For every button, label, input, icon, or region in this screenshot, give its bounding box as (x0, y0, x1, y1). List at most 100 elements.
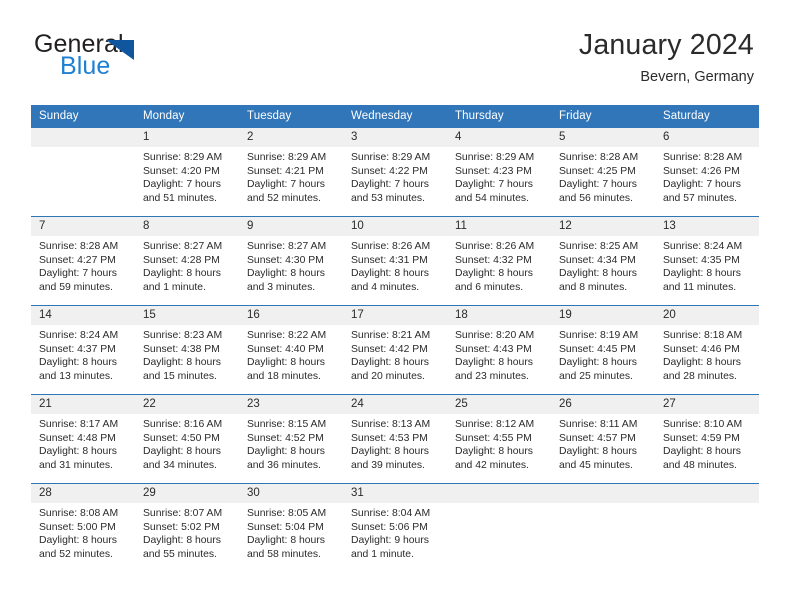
day-number: 18 (447, 306, 551, 325)
calendar-day-cell[interactable]: 30 Sunrise: 8:05 AM Sunset: 5:04 PM Dayligh… (239, 483, 343, 572)
day-detail-line: Sunrise: 8:12 AM (455, 419, 535, 430)
calendar-day-cell[interactable]: 20 Sunrise: 8:18 AM Sunset: 4:46 PM Dayligh… (655, 305, 759, 395)
day-detail-line: and 31 minutes. (39, 459, 113, 471)
day-number: 14 (31, 306, 135, 325)
day-cell-inner: 18 Sunrise: 8:20 AM Sunset: 4:43 PM Dayligh… (447, 306, 551, 394)
day-details: Sunrise: 8:28 AM Sunset: 4:25 PM Daylight:… (551, 147, 655, 205)
masthead: General Blue January 2024 Bevern, German… (0, 0, 792, 104)
day-number: 26 (551, 395, 655, 414)
day-number (447, 484, 551, 503)
day-details: Sunrise: 8:29 AM Sunset: 4:22 PM Daylight:… (343, 147, 447, 205)
day-details: Sunrise: 8:29 AM Sunset: 4:23 PM Daylight:… (447, 147, 551, 205)
day-cell-inner: 14 Sunrise: 8:24 AM Sunset: 4:37 PM Dayligh… (31, 306, 135, 394)
day-detail-line: Sunset: 4:20 PM (143, 165, 220, 177)
calendar-day-cell[interactable]: 2 Sunrise: 8:29 AM Sunset: 4:21 PM Daylight… (239, 128, 343, 217)
day-detail-line: and 45 minutes. (559, 459, 633, 471)
calendar-day-cell[interactable]: 3 Sunrise: 8:29 AM Sunset: 4:22 PM Daylight… (343, 128, 447, 217)
calendar-day-cell[interactable]: 14 Sunrise: 8:24 AM Sunset: 4:37 PM Dayligh… (31, 305, 135, 395)
day-detail-line: Sunrise: 8:20 AM (455, 330, 535, 341)
day-detail-line: and 23 minutes. (455, 370, 529, 382)
day-detail-line: and 59 minutes. (39, 281, 113, 293)
day-detail-line: Sunset: 4:52 PM (247, 432, 324, 444)
day-number: 17 (343, 306, 447, 325)
day-detail-line: and 48 minutes. (663, 459, 737, 471)
calendar-day-cell[interactable]: 16 Sunrise: 8:22 AM Sunset: 4:40 PM Dayligh… (239, 305, 343, 395)
day-number: 29 (135, 484, 239, 503)
calendar-day-cell[interactable]: 22 Sunrise: 8:16 AM Sunset: 4:50 PM Dayligh… (135, 394, 239, 484)
day-detail-line: Daylight: 7 hours (247, 179, 325, 191)
day-detail-line: and 34 minutes. (143, 459, 217, 471)
day-number: 22 (135, 395, 239, 414)
day-detail-line: Sunrise: 8:04 AM (351, 508, 431, 519)
calendar-day-cell[interactable]: 9 Sunrise: 8:27 AM Sunset: 4:30 PM Daylight… (239, 216, 343, 306)
day-detail-line: and 6 minutes. (455, 281, 524, 293)
logo-text-blue: Blue (60, 52, 111, 80)
calendar-day-cell[interactable]: 17 Sunrise: 8:21 AM Sunset: 4:42 PM Dayligh… (343, 305, 447, 395)
day-detail-line: Daylight: 8 hours (559, 357, 637, 369)
day-detail-line: Sunrise: 8:29 AM (143, 152, 223, 163)
day-number: 11 (447, 217, 551, 236)
day-cell-inner: 28 Sunrise: 8:08 AM Sunset: 5:00 PM Dayligh… (31, 484, 135, 572)
day-detail-line: Sunset: 4:27 PM (39, 254, 116, 266)
day-detail-line: Daylight: 7 hours (559, 179, 637, 191)
calendar-body: 1 Sunrise: 8:29 AM Sunset: 4:20 PM Daylight… (31, 128, 759, 572)
generalblue-logo[interactable]: General Blue (34, 32, 214, 84)
calendar-day-cell[interactable]: 28 Sunrise: 8:08 AM Sunset: 5:00 PM Dayligh… (31, 483, 135, 572)
day-number (31, 128, 135, 147)
calendar-day-cell[interactable]: 4 Sunrise: 8:29 AM Sunset: 4:23 PM Daylight… (447, 128, 551, 217)
day-detail-line: Sunrise: 8:24 AM (663, 241, 743, 252)
calendar-day-cell-empty (551, 483, 655, 572)
calendar-day-cell[interactable]: 13 Sunrise: 8:24 AM Sunset: 4:35 PM Dayligh… (655, 216, 759, 306)
day-detail-line: Sunset: 4:37 PM (39, 343, 116, 355)
calendar-day-cell[interactable]: 25 Sunrise: 8:12 AM Sunset: 4:55 PM Dayligh… (447, 394, 551, 484)
calendar-day-cell[interactable]: 7 Sunrise: 8:28 AM Sunset: 4:27 PM Daylight… (31, 216, 135, 306)
day-details: Sunrise: 8:25 AM Sunset: 4:34 PM Daylight:… (551, 236, 655, 294)
day-number (655, 484, 759, 503)
day-number: 9 (239, 217, 343, 236)
calendar-day-cell[interactable]: 19 Sunrise: 8:19 AM Sunset: 4:45 PM Dayligh… (551, 305, 655, 395)
calendar-day-cell[interactable]: 12 Sunrise: 8:25 AM Sunset: 4:34 PM Dayligh… (551, 216, 655, 306)
day-details: Sunrise: 8:28 AM Sunset: 4:26 PM Daylight:… (655, 147, 759, 205)
day-details: Sunrise: 8:11 AM Sunset: 4:57 PM Daylight:… (551, 414, 655, 472)
calendar-day-cell[interactable]: 5 Sunrise: 8:28 AM Sunset: 4:25 PM Daylight… (551, 128, 655, 217)
day-detail-line: Daylight: 8 hours (143, 268, 221, 280)
calendar-day-cell[interactable]: 11 Sunrise: 8:26 AM Sunset: 4:32 PM Dayligh… (447, 216, 551, 306)
day-details: Sunrise: 8:28 AM Sunset: 4:27 PM Daylight:… (31, 236, 135, 294)
day-details: Sunrise: 8:16 AM Sunset: 4:50 PM Daylight:… (135, 414, 239, 472)
day-detail-line: Sunrise: 8:17 AM (39, 419, 119, 430)
calendar-day-cell[interactable]: 6 Sunrise: 8:28 AM Sunset: 4:26 PM Daylight… (655, 128, 759, 217)
calendar-day-cell[interactable]: 21 Sunrise: 8:17 AM Sunset: 4:48 PM Dayligh… (31, 394, 135, 484)
day-cell-inner: 20 Sunrise: 8:18 AM Sunset: 4:46 PM Dayligh… (655, 306, 759, 394)
calendar-day-cell[interactable]: 26 Sunrise: 8:11 AM Sunset: 4:57 PM Dayligh… (551, 394, 655, 484)
calendar-day-cell[interactable]: 29 Sunrise: 8:07 AM Sunset: 5:02 PM Dayligh… (135, 483, 239, 572)
day-detail-line: Sunset: 4:32 PM (455, 254, 532, 266)
calendar-day-cell[interactable]: 1 Sunrise: 8:29 AM Sunset: 4:20 PM Daylight… (135, 128, 239, 217)
day-details: Sunrise: 8:05 AM Sunset: 5:04 PM Daylight:… (239, 503, 343, 561)
day-cell-inner: 15 Sunrise: 8:23 AM Sunset: 4:38 PM Dayligh… (135, 306, 239, 394)
calendar-week-row: 28 Sunrise: 8:08 AM Sunset: 5:00 PM Dayligh… (31, 483, 759, 572)
day-detail-line: Daylight: 8 hours (351, 268, 429, 280)
day-details: Sunrise: 8:07 AM Sunset: 5:02 PM Daylight:… (135, 503, 239, 561)
calendar-day-cell[interactable]: 8 Sunrise: 8:27 AM Sunset: 4:28 PM Daylight… (135, 216, 239, 306)
day-cell-inner: 27 Sunrise: 8:10 AM Sunset: 4:59 PM Dayligh… (655, 395, 759, 483)
calendar-day-cell[interactable]: 10 Sunrise: 8:26 AM Sunset: 4:31 PM Dayligh… (343, 216, 447, 306)
calendar-day-cell[interactable]: 18 Sunrise: 8:20 AM Sunset: 4:43 PM Dayligh… (447, 305, 551, 395)
day-number: 6 (655, 128, 759, 147)
day-detail-line: Sunset: 4:38 PM (143, 343, 220, 355)
title-block: January 2024 Bevern, Germany (579, 28, 754, 88)
calendar-day-cell-empty (447, 483, 551, 572)
day-cell-inner: 30 Sunrise: 8:05 AM Sunset: 5:04 PM Dayligh… (239, 484, 343, 572)
calendar-day-cell[interactable]: 31 Sunrise: 8:04 AM Sunset: 5:06 PM Dayligh… (343, 483, 447, 572)
day-details: Sunrise: 8:18 AM Sunset: 4:46 PM Daylight:… (655, 325, 759, 383)
day-number: 13 (655, 217, 759, 236)
calendar-day-cell[interactable]: 15 Sunrise: 8:23 AM Sunset: 4:38 PM Dayligh… (135, 305, 239, 395)
day-detail-line: Sunset: 5:06 PM (351, 521, 428, 533)
day-number: 24 (343, 395, 447, 414)
calendar-day-cell[interactable]: 23 Sunrise: 8:15 AM Sunset: 4:52 PM Dayligh… (239, 394, 343, 484)
day-detail-line: and 36 minutes. (247, 459, 321, 471)
day-detail-line: and 58 minutes. (247, 548, 321, 560)
day-cell-inner: 4 Sunrise: 8:29 AM Sunset: 4:23 PM Daylight… (447, 128, 551, 216)
calendar-day-cell[interactable]: 27 Sunrise: 8:10 AM Sunset: 4:59 PM Dayligh… (655, 394, 759, 484)
day-detail-line: Daylight: 7 hours (455, 179, 533, 191)
calendar-day-cell[interactable]: 24 Sunrise: 8:13 AM Sunset: 4:53 PM Dayligh… (343, 394, 447, 484)
